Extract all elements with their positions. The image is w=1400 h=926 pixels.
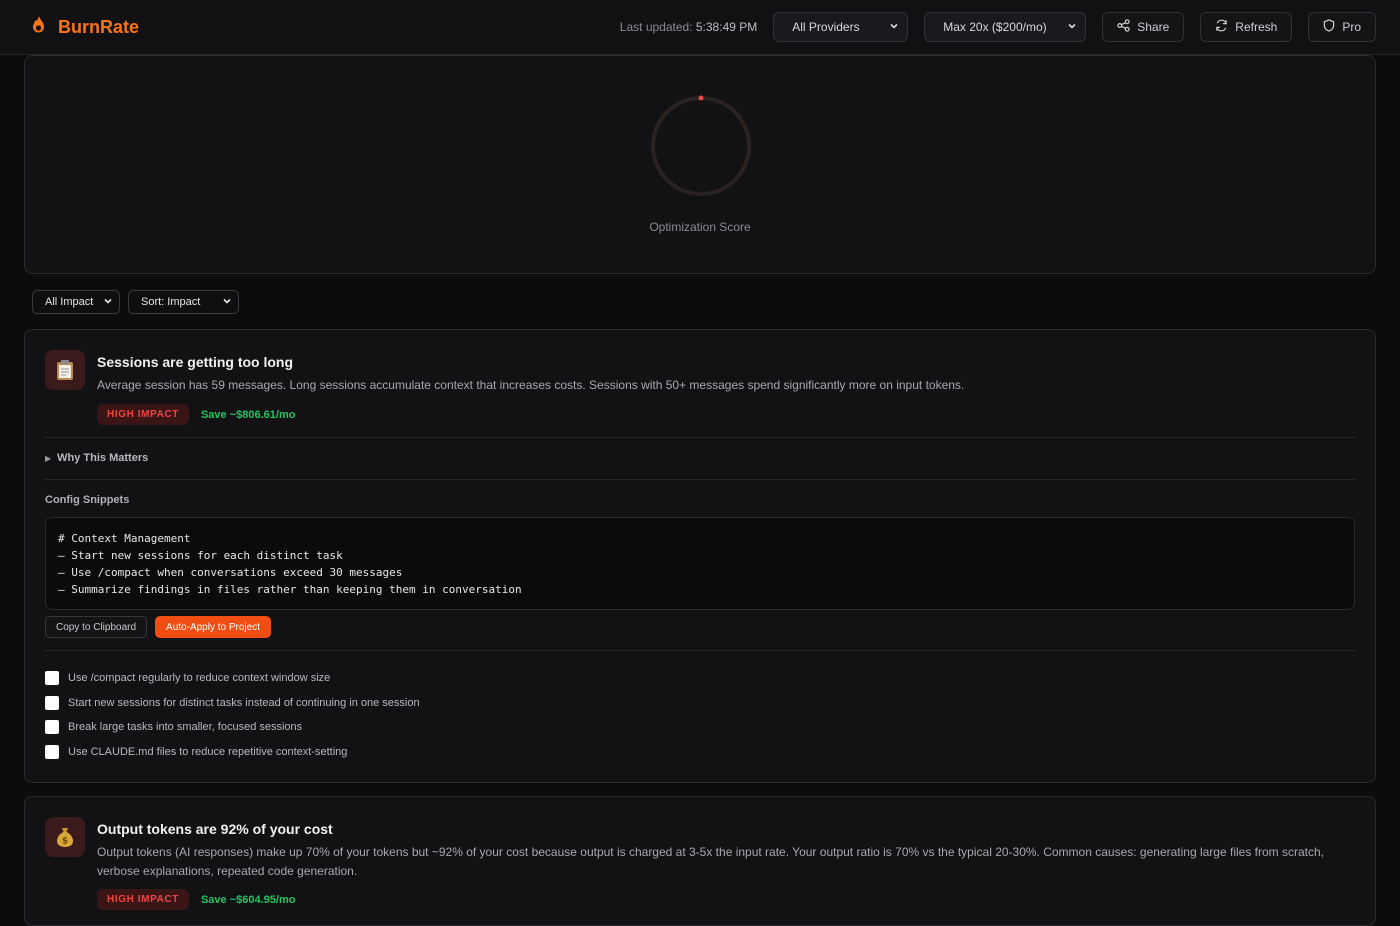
card-badges: HIGH IMPACT Save ~$806.61/mo [97,404,295,425]
sort-select[interactable]: Sort: Impact [128,290,239,314]
checklist: Use /compact regularly to reduce context… [45,666,420,764]
brand[interactable]: BurnRate [30,15,139,40]
shield-icon [1323,19,1335,35]
plan-select-value: Max 20x ($200/mo) [943,20,1047,34]
config-snippet-code: # Context Management – Start new sessions… [45,517,1355,610]
refresh-button[interactable]: Refresh [1200,12,1293,42]
why-this-matters-label: Why This Matters [57,452,149,464]
checklist-item-label: Use /compact regularly to reduce context… [68,672,331,685]
chevron-down-icon [1067,20,1077,34]
config-snippets-heading: Config Snippets [45,494,130,506]
impact-badge: HIGH IMPACT [97,404,189,425]
divider [45,479,1355,480]
card-description: Average session has 59 messages. Long se… [97,378,965,392]
card-title: Sessions are getting too long [97,354,294,370]
checklist-item[interactable]: Use CLAUDE.md files to reduce repetitive… [45,740,420,765]
recommendation-card: $ Output tokens are 92% of your cost Out… [24,796,1376,926]
share-button[interactable]: Share [1102,12,1185,42]
checkbox[interactable] [45,744,59,759]
share-icon [1117,19,1130,35]
chevron-down-icon [103,296,113,309]
refresh-icon [1215,19,1228,35]
clipboard-icon [45,350,85,390]
top-bar: BurnRate Last updated: 5:38:49 PM All Pr… [0,0,1400,55]
filter-bar: All Impact Sort: Impact [32,290,239,314]
last-updated-label: Last updated: [619,20,693,34]
copy-to-clipboard-button[interactable]: Copy to Clipboard [45,616,148,638]
svg-text:$: $ [62,837,68,847]
impact-filter-value: All Impact [45,296,94,308]
score-label: Optimization Score [649,220,751,234]
refresh-label: Refresh [1235,20,1278,34]
plan-select[interactable]: Max 20x ($200/mo) [924,12,1087,42]
chevron-down-icon [889,20,899,34]
score-gauge-indicator [698,95,704,101]
code-line: – Summarize findings in files rather tha… [58,583,522,596]
code-line: – Use /compact when conversations exceed… [58,566,403,579]
why-this-matters-toggle[interactable]: ▶ Why This Matters [45,452,148,464]
impact-filter-select[interactable]: All Impact [32,290,120,314]
divider [45,437,1355,438]
pro-button[interactable]: Pro [1308,12,1376,42]
card-title: Output tokens are 92% of your cost [97,821,333,837]
sort-value: Sort: Impact [141,296,201,308]
money-bag-icon: $ [45,817,85,857]
checklist-item[interactable]: Break large tasks into smaller, focused … [45,715,420,740]
divider [45,650,1355,651]
score-gauge [651,95,751,196]
chevron-down-icon [222,296,232,309]
code-line: # Context Management [58,532,191,545]
savings-text: Save ~$806.61/mo [200,408,296,421]
checklist-item-label: Start new sessions for distinct tasks in… [68,696,420,709]
checklist-item-label: Break large tasks into smaller, focused … [68,721,303,734]
provider-select-value: All Providers [792,20,860,34]
pro-label: Pro [1342,20,1361,34]
snippet-actions: Copy to Clipboard Auto-Apply to Project [45,616,271,638]
checklist-item[interactable]: Use /compact regularly to reduce context… [45,666,420,691]
brand-name: BurnRate [58,16,140,37]
checkbox[interactable] [45,695,59,710]
last-updated-time: 5:38:49 PM [695,20,758,34]
caret-right-icon: ▶ [45,453,52,463]
card-description: Output tokens (AI responses) make up 70%… [97,845,1325,878]
checkbox[interactable] [45,671,59,686]
flame-icon [30,15,48,40]
share-label: Share [1137,20,1170,34]
optimization-score-card: Optimization Score [24,55,1376,274]
checklist-item[interactable]: Start new sessions for distinct tasks in… [45,691,420,716]
recommendation-card: Sessions are getting too long Average se… [24,329,1376,783]
checklist-item-label: Use CLAUDE.md files to reduce repetitive… [68,745,348,758]
last-updated: Last updated: 5:38:49 PM [620,20,757,34]
checkbox[interactable] [45,720,59,735]
provider-select[interactable]: All Providers [773,12,909,42]
auto-apply-button[interactable]: Auto-Apply to Project [155,616,271,638]
code-line: – Start new sessions for each distinct t… [58,549,343,562]
